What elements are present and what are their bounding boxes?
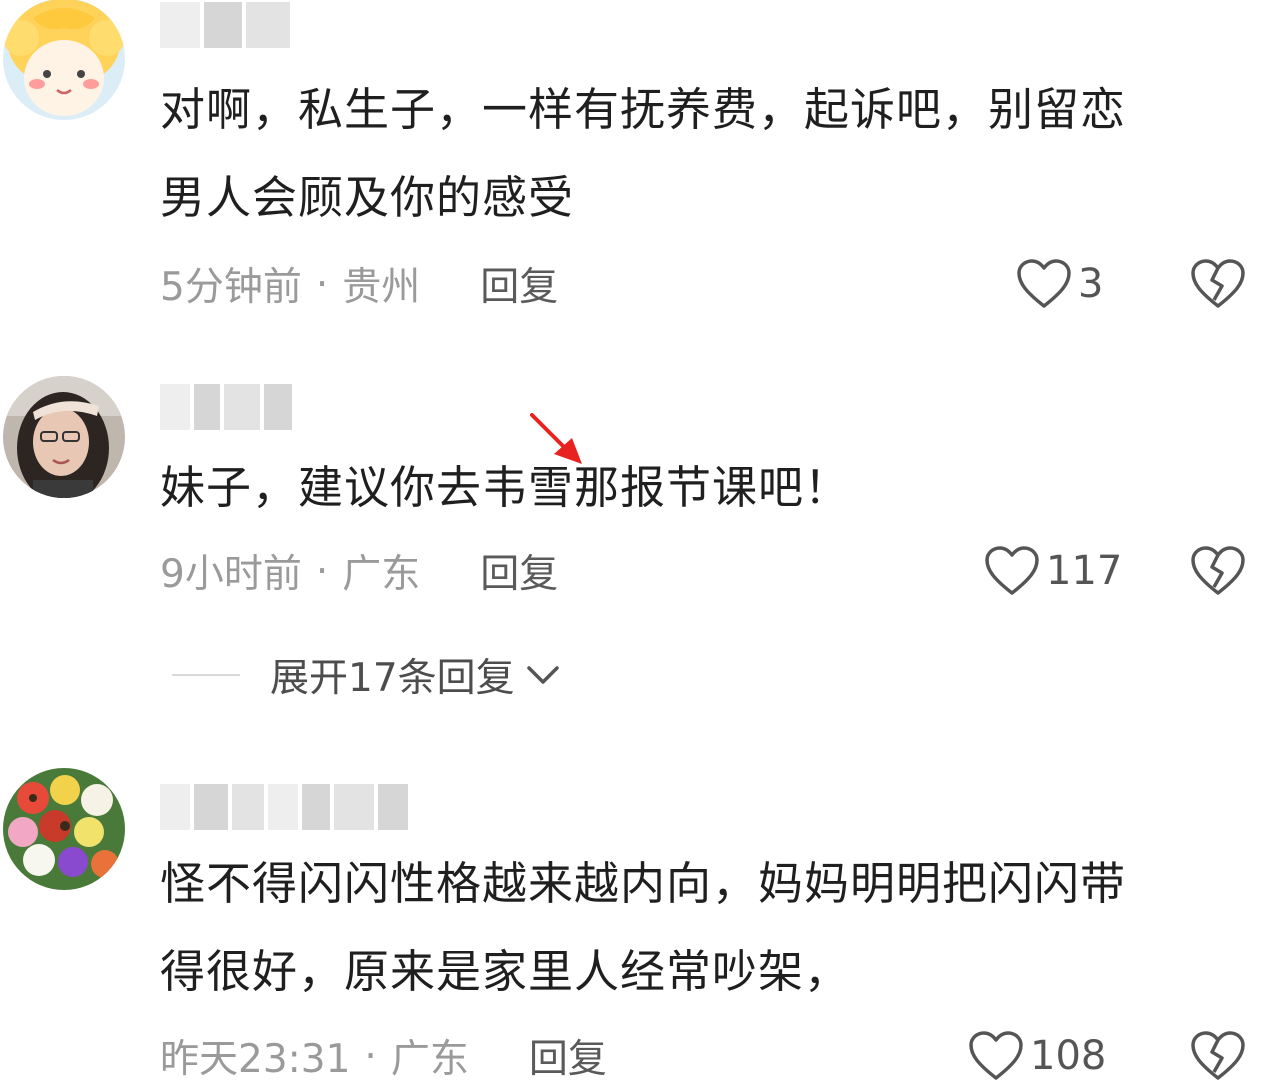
heart-outline-icon <box>1017 259 1071 308</box>
avatar[interactable] <box>3 376 125 498</box>
meta-separator: · <box>315 548 329 594</box>
like-button[interactable]: 108 <box>968 1026 1106 1086</box>
comment-meta: 昨天23:31 · 广东 回复 <box>160 1026 607 1086</box>
comment-meta: 9小时前 · 广东 回复 <box>160 541 558 601</box>
comment-meta: 5分钟前 · 贵州 回复 <box>160 254 558 314</box>
like-count: 108 <box>1030 1033 1107 1079</box>
username-blurred[interactable] <box>160 2 290 48</box>
comment-location: 广东 <box>390 1037 469 1082</box>
username-blurred[interactable] <box>160 784 408 830</box>
comment-time: 昨天23:31 <box>160 1037 351 1082</box>
heart-outline-icon <box>985 546 1039 595</box>
like-count: 117 <box>1046 548 1123 594</box>
avatar[interactable] <box>3 768 125 890</box>
comment-item: 对啊，私生子，一样有抚养费，起诉吧，别留恋 男人会顾及你的感受 5分钟前 · 贵… <box>0 0 1282 330</box>
avatar[interactable] <box>3 0 125 120</box>
comment-text: 怪不得闪闪性格越来越内向，妈妈明明把闪闪带 得很好，原来是家里人经常吵架， <box>160 857 1127 998</box>
expand-replies-button[interactable]: 展开17条回复 <box>172 645 563 705</box>
like-button[interactable]: 117 <box>984 541 1122 601</box>
reply-button[interactable]: 回复 <box>480 543 558 599</box>
reply-button[interactable]: 回复 <box>529 1028 607 1084</box>
divider-line <box>172 674 240 676</box>
expand-replies-label: 展开17条回复 <box>270 656 515 701</box>
comment-location: 贵州 <box>342 265 421 310</box>
reply-button[interactable]: 回复 <box>480 256 558 312</box>
comment-location: 广东 <box>342 552 421 597</box>
chevron-down-icon <box>526 666 559 684</box>
comment-item: 怪不得闪闪性格越来越内向，妈妈明明把闪闪带 得很好，原来是家里人经常吵架， 昨天… <box>0 762 1282 1084</box>
comment-time: 9小时前 <box>160 552 302 597</box>
like-button[interactable]: 3 <box>1016 254 1103 314</box>
comment-text: 妹子，建议你去韦雪那报节课吧！ <box>160 461 851 514</box>
red-arrow-icon <box>530 413 582 464</box>
meta-separator: · <box>364 1033 377 1079</box>
broken-heart-icon[interactable] <box>1190 1028 1246 1084</box>
broken-heart-icon[interactable] <box>1190 543 1246 599</box>
heart-outline-icon <box>969 1031 1023 1080</box>
username-blurred[interactable] <box>160 384 292 430</box>
broken-heart-icon[interactable] <box>1190 256 1246 312</box>
meta-separator: · <box>315 261 329 307</box>
comment-text: 对啊，私生子，一样有抚养费，起诉吧，别留恋 男人会顾及你的感受 <box>160 83 1127 224</box>
like-count: 3 <box>1078 261 1104 307</box>
comment-time: 5分钟前 <box>160 265 302 310</box>
